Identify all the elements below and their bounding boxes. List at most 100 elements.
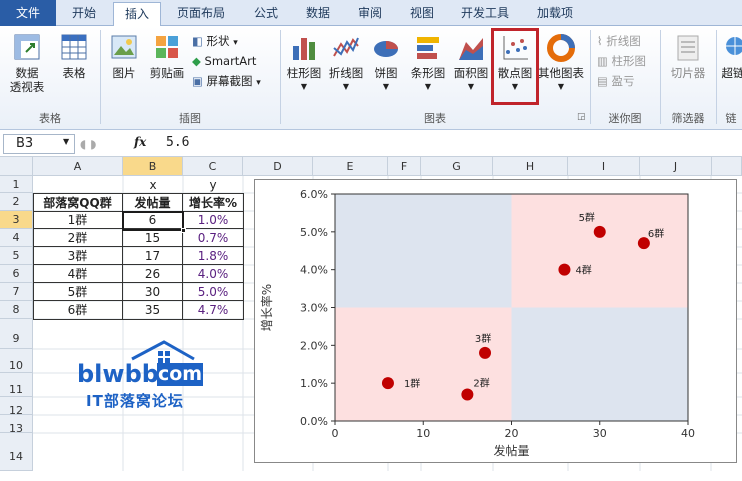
cell-posts[interactable]: 15 xyxy=(123,229,183,247)
tab-addins[interactable]: 加载项 xyxy=(528,2,582,26)
hyperlink-button[interactable]: 超链 xyxy=(718,32,742,80)
header-group[interactable]: 部落窝QQ群 xyxy=(33,194,123,212)
data-point-label: 2群 xyxy=(473,377,489,390)
dialog-launcher-icon[interactable]: ◲ xyxy=(577,112,586,122)
tab-file[interactable]: 文件 xyxy=(0,0,56,26)
formula-bar-handle[interactable]: ◖ ◗ xyxy=(80,137,96,151)
cell-group[interactable]: 4群 xyxy=(33,265,123,283)
area-chart-button[interactable]: 面积图 ▼ xyxy=(450,32,492,94)
row-header-1[interactable]: 1 xyxy=(0,176,33,193)
row-header-6[interactable]: 6 xyxy=(0,265,33,283)
screenshot-button[interactable]: ▣ 屏幕截图 ▾ xyxy=(192,72,261,90)
picture-button[interactable]: 图片 xyxy=(104,32,144,80)
cell-group[interactable]: 3群 xyxy=(33,247,123,265)
column-header-B[interactable]: B xyxy=(123,157,183,176)
header-posts[interactable]: 发帖量 xyxy=(123,194,183,212)
cell-posts[interactable]: 35 xyxy=(123,301,183,319)
column-header-F[interactable]: F xyxy=(388,157,421,176)
sparkline-line-button[interactable]: ⌇ 折线图 xyxy=(597,32,641,50)
y-axis-title: 增长率% xyxy=(259,284,274,331)
smartart-button[interactable]: ◆ SmartArt xyxy=(192,52,256,70)
tab-view[interactable]: 视图 xyxy=(400,2,444,26)
row-header-5[interactable]: 5 xyxy=(0,247,33,265)
tab-insert[interactable]: 插入 xyxy=(113,2,161,27)
quadrant-bottom-right xyxy=(511,307,688,421)
cell-group[interactable]: 2群 xyxy=(33,229,123,247)
group-label-chart: 图表 xyxy=(424,112,446,125)
cell-group[interactable]: 6群 xyxy=(33,301,123,319)
sparkline-winloss-button[interactable]: ▤ 盈亏 xyxy=(597,72,635,90)
pie-chart-button[interactable]: 饼图 ▼ xyxy=(368,32,404,94)
cell-rate[interactable]: 1.0% xyxy=(183,211,243,229)
tab-developer[interactable]: 开发工具 xyxy=(452,2,518,26)
column-header-H[interactable]: H xyxy=(493,157,568,176)
column-header-G[interactable]: G xyxy=(421,157,493,176)
column-header-E[interactable]: E xyxy=(313,157,388,176)
row-header-14[interactable]: 14 xyxy=(0,433,33,471)
column-header-C[interactable]: C xyxy=(183,157,243,176)
bar-chart-icon xyxy=(417,37,439,59)
table-icon xyxy=(61,34,87,60)
fill-handle[interactable] xyxy=(181,228,186,233)
row-header-3[interactable]: 3 xyxy=(0,211,33,229)
shapes-button[interactable]: ◧ 形状 ▾ xyxy=(192,32,238,50)
column-header-A[interactable]: A xyxy=(33,157,123,176)
cell-rate[interactable]: 4.7% xyxy=(183,301,243,319)
cell-group[interactable]: 1群 xyxy=(33,211,123,229)
y-tick-label: 3.0% xyxy=(300,302,328,315)
other-chart-button[interactable]: 其他图表 ▼ xyxy=(538,32,584,94)
sparkline-line-icon: ⌇ xyxy=(597,34,603,48)
picture-icon xyxy=(111,35,137,59)
x-tick-label: 10 xyxy=(416,427,430,440)
tab-formulas[interactable]: 公式 xyxy=(244,2,288,26)
group-label-filter: 筛选器 xyxy=(671,112,705,125)
row-header-11[interactable]: 11 xyxy=(0,373,33,397)
column-header-J[interactable]: J xyxy=(640,157,712,176)
cell-rate[interactable]: 4.0% xyxy=(183,265,243,283)
cell-group[interactable]: 5群 xyxy=(33,283,123,301)
cell-rate[interactable]: 0.7% xyxy=(183,229,243,247)
row-header-10[interactable]: 10 xyxy=(0,349,33,373)
row-header-9[interactable]: 9 xyxy=(0,319,33,349)
row-header-4[interactable]: 4 xyxy=(0,229,33,247)
cell-posts[interactable]: 30 xyxy=(123,283,183,301)
quadrant-top-right xyxy=(511,194,688,308)
table-button[interactable]: 表格 xyxy=(54,32,94,80)
tab-page-layout[interactable]: 页面布局 xyxy=(168,2,234,26)
row-header-2[interactable]: 2 xyxy=(0,193,33,211)
bar-chart-button[interactable]: 条形图 ▼ xyxy=(407,32,449,94)
tab-review[interactable]: 审阅 xyxy=(348,2,392,26)
column-header-I[interactable]: I xyxy=(568,157,640,176)
formula-bar: B3 ▼ ◖ ◗ fx 5.6 xyxy=(0,131,742,157)
cell-posts[interactable]: 17 xyxy=(123,247,183,265)
slicer-button[interactable]: 切片器 xyxy=(663,32,713,80)
scatter-highlight-frame xyxy=(491,28,539,105)
row-header-12[interactable]: 12 xyxy=(0,397,33,417)
column-chart-button[interactable]: 柱形图 ▼ xyxy=(283,32,325,94)
function-icon[interactable]: fx xyxy=(134,135,146,149)
formula-input[interactable]: 5.6 xyxy=(166,135,189,150)
row-header-13[interactable]: 13 xyxy=(0,415,33,435)
cell-C1[interactable]: y xyxy=(183,176,243,194)
pivot-table-button[interactable]: 数据 透视表 xyxy=(4,32,50,94)
donut-chart-icon xyxy=(547,34,575,62)
column-header-D[interactable]: D xyxy=(243,157,313,176)
cell-B1[interactable]: x xyxy=(123,176,183,194)
cell-rate[interactable]: 1.8% xyxy=(183,247,243,265)
chevron-down-icon[interactable]: ▼ xyxy=(63,137,69,146)
header-rate[interactable]: 增长率% xyxy=(183,194,243,212)
row-header-7[interactable]: 7 xyxy=(0,283,33,301)
tab-data[interactable]: 数据 xyxy=(296,2,340,26)
scatter-chart[interactable]: 0 10 20 30 40 0.0% 1.0% 2.0% 3.0% 4.0% 5.0% 6.0% 发帖量… xyxy=(254,179,737,463)
cell-rate[interactable]: 5.0% xyxy=(183,283,243,301)
selected-cell-B3[interactable] xyxy=(122,211,184,231)
slicer-icon xyxy=(677,35,699,61)
row-header-8[interactable]: 8 xyxy=(0,301,33,319)
clipart-button[interactable]: 剪贴画 xyxy=(146,32,188,80)
sparkline-column-button[interactable]: ▥ 柱形图 xyxy=(597,52,646,70)
cell-posts[interactable]: 26 xyxy=(123,265,183,283)
tab-home[interactable]: 开始 xyxy=(62,2,106,26)
pivot-table-icon xyxy=(14,34,40,60)
corner-select-all[interactable] xyxy=(0,157,33,176)
line-chart-button[interactable]: 折线图 ▼ xyxy=(326,32,366,94)
